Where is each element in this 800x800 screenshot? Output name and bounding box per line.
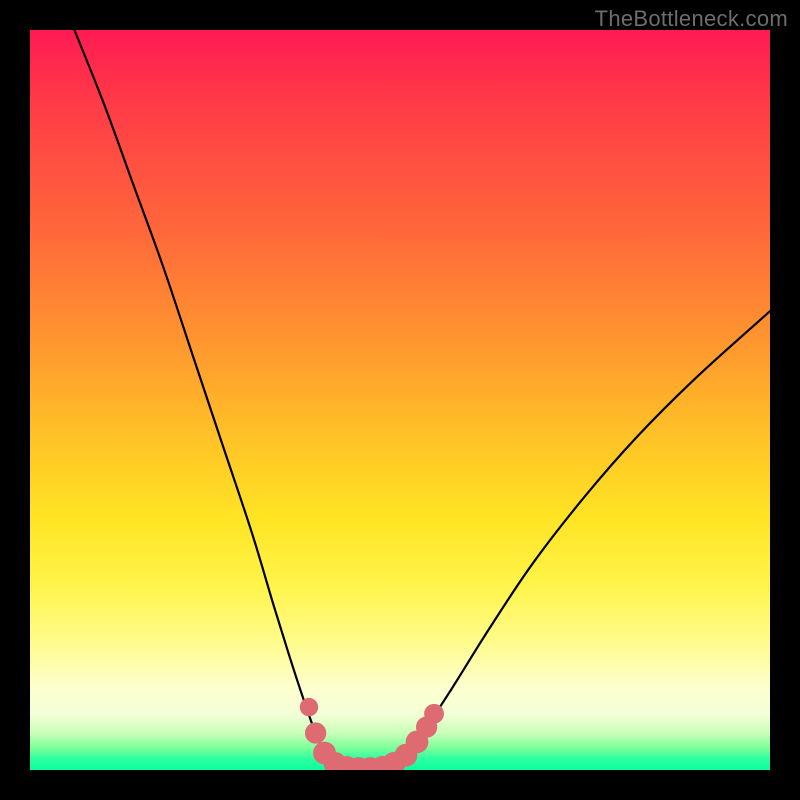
plot-area bbox=[30, 30, 770, 770]
optimal-zone-dots bbox=[300, 698, 444, 770]
chart-svg bbox=[30, 30, 770, 770]
optimal-dot bbox=[424, 704, 444, 724]
optimal-dot bbox=[300, 698, 318, 716]
bottleneck-curve bbox=[74, 30, 770, 769]
watermark-text: TheBottleneck.com bbox=[595, 6, 788, 32]
optimal-dot bbox=[305, 722, 326, 743]
chart-frame: TheBottleneck.com bbox=[0, 0, 800, 800]
